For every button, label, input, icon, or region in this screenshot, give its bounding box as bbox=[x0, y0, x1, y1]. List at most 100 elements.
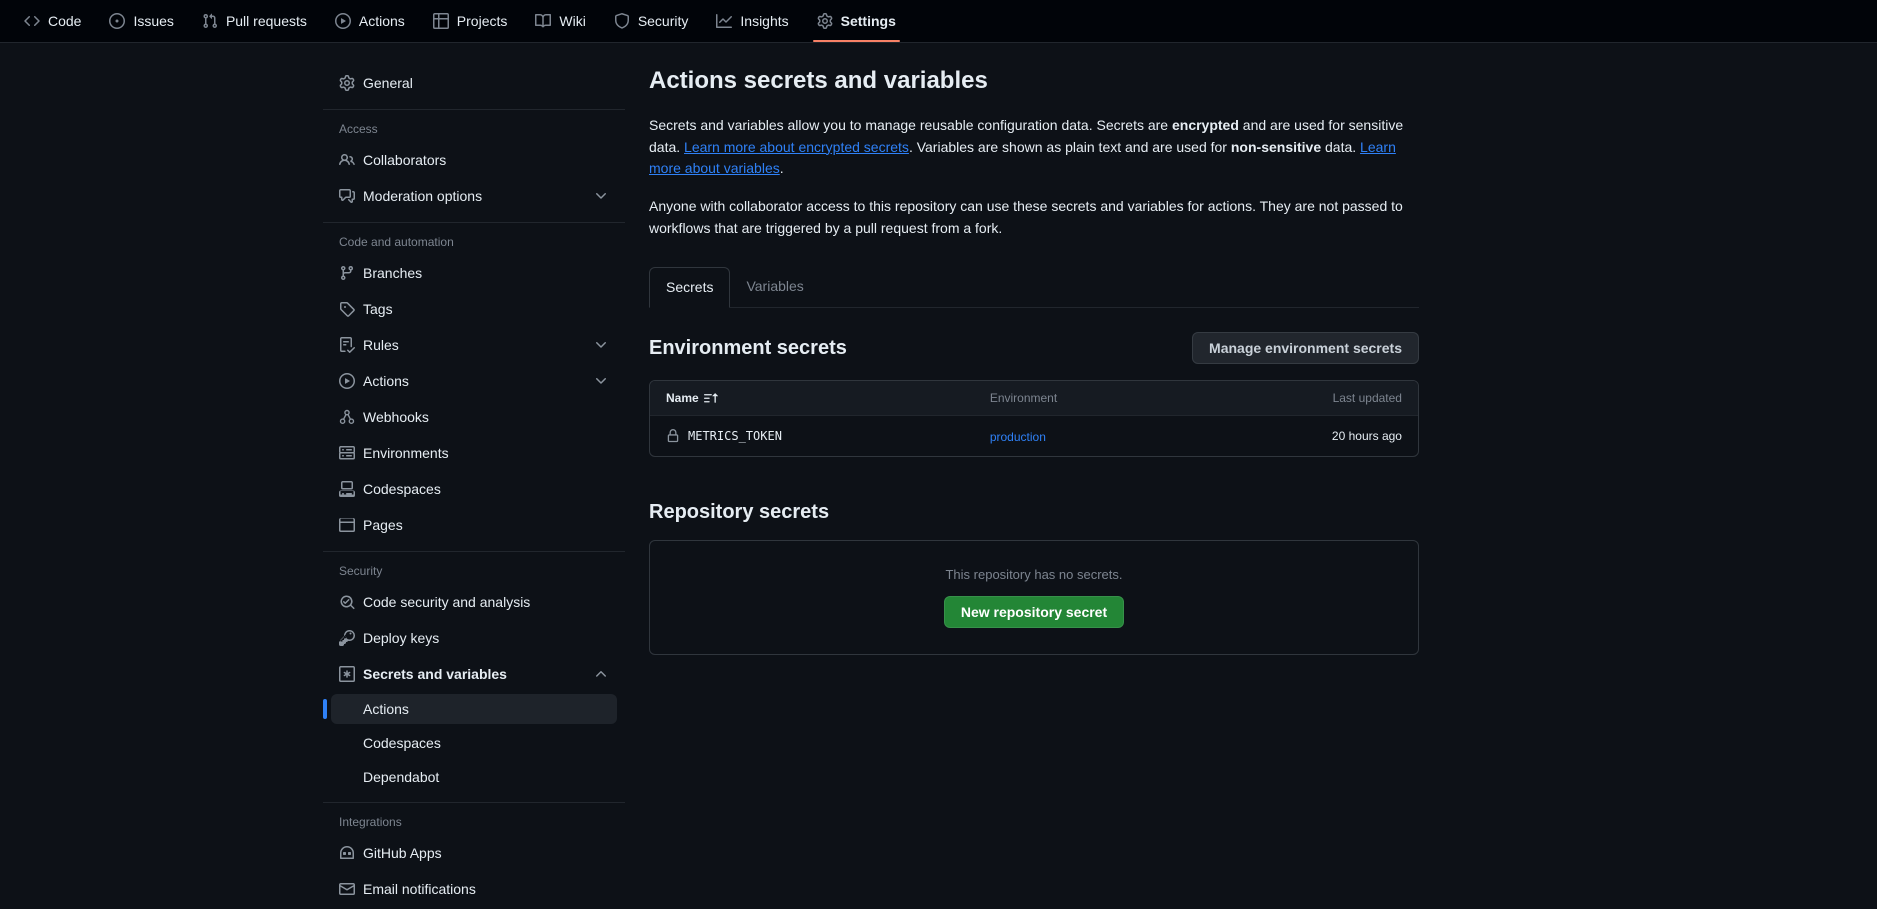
key-asterisk-icon bbox=[339, 666, 355, 682]
main-content: Actions secrets and variables Secrets an… bbox=[649, 67, 1419, 655]
intro-text: . bbox=[780, 160, 784, 176]
sidebar-item-label: Moderation options bbox=[363, 186, 482, 206]
chevron-down-icon bbox=[593, 188, 609, 204]
tab-wiki[interactable]: Wiki bbox=[521, 0, 599, 42]
sidebar-section-access: Access Collaborators Moderation options bbox=[323, 109, 625, 212]
new-repository-secret-button[interactable]: New repository secret bbox=[944, 596, 1124, 628]
sidebar-item-label: Actions bbox=[363, 371, 409, 391]
key-icon bbox=[339, 630, 355, 646]
book-icon bbox=[535, 13, 551, 29]
sidebar-item-label: Codespaces bbox=[363, 479, 441, 499]
codescan-icon bbox=[339, 594, 355, 610]
sidebar-subitem-codespaces[interactable]: Codespaces bbox=[331, 728, 617, 758]
tab-projects[interactable]: Projects bbox=[419, 0, 522, 42]
manage-environment-secrets-button[interactable]: Manage environment secrets bbox=[1192, 332, 1419, 364]
sidebar-item-label: Secrets and variables bbox=[363, 664, 507, 684]
table-row: METRICS_TOKEN production 20 hours ago bbox=[650, 415, 1418, 456]
sidebar-item-github-apps[interactable]: GitHub Apps bbox=[331, 837, 617, 869]
tab-issues[interactable]: Issues bbox=[95, 0, 187, 42]
section-title: Security bbox=[323, 564, 625, 578]
repository-secrets-heading: Repository secrets bbox=[649, 501, 1419, 524]
sidebar-item-label: Code security and analysis bbox=[363, 592, 530, 612]
section-title: Integrations bbox=[323, 815, 625, 829]
sidebar-item-codespaces[interactable]: Codespaces bbox=[331, 473, 617, 505]
fork-note-paragraph: Anyone with collaborator access to this … bbox=[649, 196, 1419, 239]
tab-settings-label: Settings bbox=[841, 13, 896, 29]
intro-text: Secrets and variables allow you to manag… bbox=[649, 117, 1172, 133]
tab-insights[interactable]: Insights bbox=[702, 0, 802, 42]
shield-icon bbox=[614, 13, 630, 29]
tab-wiki-label: Wiki bbox=[559, 13, 585, 29]
sidebar-section-integrations: Integrations GitHub Apps Email notificat… bbox=[323, 802, 625, 905]
play-icon bbox=[335, 13, 351, 29]
secret-last-updated-cell: 20 hours ago bbox=[1218, 429, 1402, 443]
secret-environment-cell: production bbox=[990, 428, 1218, 444]
code-icon bbox=[24, 13, 40, 29]
intro-text: . Variables are shown as plain text and … bbox=[909, 139, 1231, 155]
sidebar-item-secrets-and-variables[interactable]: Secrets and variables bbox=[331, 658, 617, 690]
sidebar-item-branches[interactable]: Branches bbox=[331, 257, 617, 289]
tab-insights-label: Insights bbox=[740, 13, 788, 29]
sidebar-section-code-and-automation: Code and automation Branches Tags Rules … bbox=[323, 222, 625, 541]
column-header-last-updated: Last updated bbox=[1218, 391, 1402, 405]
codespaces-icon bbox=[339, 481, 355, 497]
environment-secrets-header: Environment secrets Manage environment s… bbox=[649, 332, 1419, 364]
column-header-name[interactable]: Name bbox=[666, 391, 990, 405]
sidebar-item-general[interactable]: General bbox=[331, 67, 617, 99]
intro-bold-encrypted: encrypted bbox=[1172, 117, 1239, 133]
settings-sidebar: General Access Collaborators Moderation … bbox=[323, 67, 625, 909]
repo-tab-bar: Code Issues Pull requests Actions Projec… bbox=[0, 0, 1877, 43]
tab-settings[interactable]: Settings bbox=[803, 0, 910, 42]
tab-projects-label: Projects bbox=[457, 13, 508, 29]
environment-link[interactable]: production bbox=[990, 430, 1046, 444]
tab-secrets[interactable]: Secrets bbox=[649, 267, 730, 308]
repository-secrets-empty-box: This repository has no secrets. New repo… bbox=[649, 540, 1419, 655]
sidebar-item-label: Pages bbox=[363, 515, 403, 535]
page-title: Actions secrets and variables bbox=[649, 67, 1419, 95]
sidebar-item-webhooks[interactable]: Webhooks bbox=[331, 401, 617, 433]
environment-secrets-table: Name Environment Last updated METRICS_TO… bbox=[649, 380, 1419, 457]
intro-paragraph: Secrets and variables allow you to manag… bbox=[649, 115, 1419, 180]
issue-opened-icon bbox=[109, 13, 125, 29]
rules-icon bbox=[339, 337, 355, 353]
browser-icon bbox=[339, 517, 355, 533]
tab-issues-label: Issues bbox=[133, 13, 173, 29]
graph-icon bbox=[716, 13, 732, 29]
section-title: Access bbox=[323, 122, 625, 136]
sidebar-item-collaborators[interactable]: Collaborators bbox=[331, 144, 617, 176]
tag-icon bbox=[339, 301, 355, 317]
secrets-variables-tabnav: Secrets Variables bbox=[649, 267, 1419, 308]
sidebar-item-email-notifications[interactable]: Email notifications bbox=[331, 873, 617, 905]
table-header-row: Name Environment Last updated bbox=[650, 381, 1418, 415]
sidebar-item-moderation-options[interactable]: Moderation options bbox=[331, 180, 617, 212]
sidebar-subitem-label: Codespaces bbox=[363, 735, 441, 751]
sidebar-item-pages[interactable]: Pages bbox=[331, 509, 617, 541]
sidebar-subitem-dependabot[interactable]: Dependabot bbox=[331, 762, 617, 792]
tab-code-label: Code bbox=[48, 13, 81, 29]
intro-bold-non-sensitive: non-sensitive bbox=[1231, 139, 1321, 155]
sort-icon bbox=[704, 391, 718, 405]
sidebar-item-deploy-keys[interactable]: Deploy keys bbox=[331, 622, 617, 654]
tab-variables[interactable]: Variables bbox=[730, 267, 819, 308]
column-header-environment: Environment bbox=[990, 391, 1218, 405]
sidebar-item-code-security-and-analysis[interactable]: Code security and analysis bbox=[331, 586, 617, 618]
chevron-up-icon bbox=[593, 666, 609, 682]
tab-code[interactable]: Code bbox=[10, 0, 95, 42]
sidebar-item-environments[interactable]: Environments bbox=[331, 437, 617, 469]
sidebar-item-label: Collaborators bbox=[363, 150, 446, 170]
mail-icon bbox=[339, 881, 355, 897]
sidebar-item-label: GitHub Apps bbox=[363, 843, 442, 863]
tab-actions-label: Actions bbox=[359, 13, 405, 29]
empty-state-message: This repository has no secrets. bbox=[676, 567, 1392, 582]
sidebar-item-rules[interactable]: Rules bbox=[331, 329, 617, 361]
chevron-down-icon bbox=[593, 373, 609, 389]
git-branch-icon bbox=[339, 265, 355, 281]
tab-actions[interactable]: Actions bbox=[321, 0, 419, 42]
settings-layout: General Access Collaborators Moderation … bbox=[0, 43, 1877, 909]
tab-security[interactable]: Security bbox=[600, 0, 703, 42]
sidebar-subitem-actions[interactable]: Actions bbox=[331, 694, 617, 724]
learn-more-encrypted-secrets-link[interactable]: Learn more about encrypted secrets bbox=[684, 139, 909, 155]
tab-pull-requests[interactable]: Pull requests bbox=[188, 0, 321, 42]
sidebar-item-tags[interactable]: Tags bbox=[331, 293, 617, 325]
sidebar-item-actions[interactable]: Actions bbox=[331, 365, 617, 397]
